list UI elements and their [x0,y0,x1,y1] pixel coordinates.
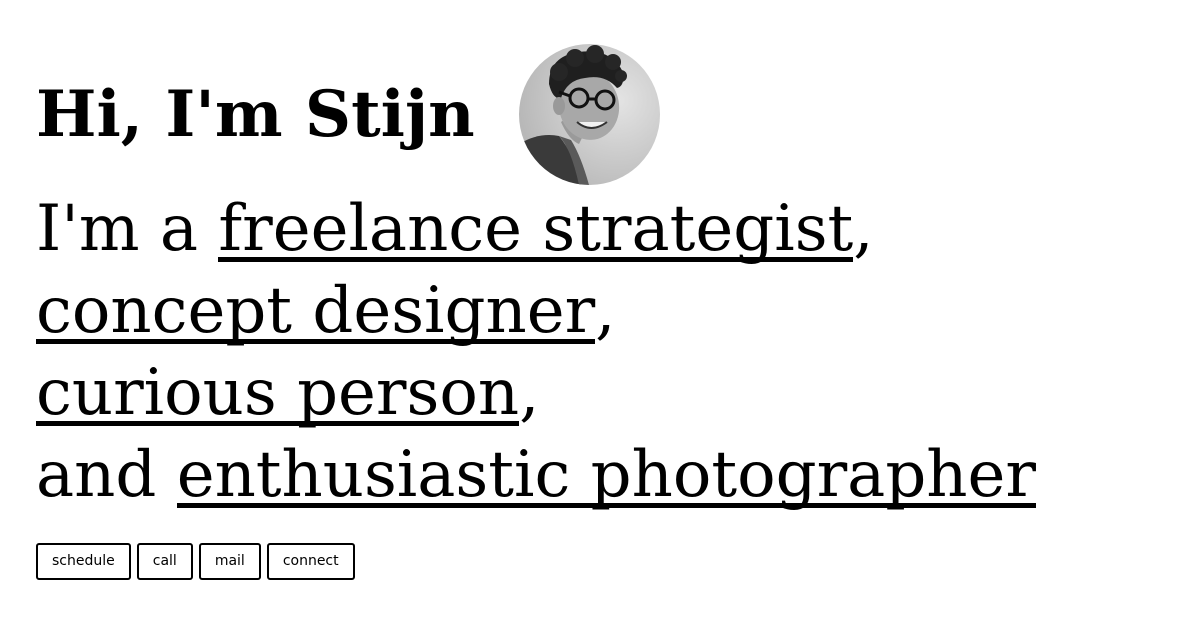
call-button[interactable]: call [136,543,193,580]
role-suffix: , [853,192,874,266]
link-freelance-strategist[interactable]: freelance strategist [218,197,854,262]
role-suffix: , [595,274,616,348]
intro-and: and [36,438,177,512]
action-buttons: schedule call mail connect [36,543,355,580]
intro-line-2: concept designer, [36,270,1036,352]
intro-prefix: I'm a [36,192,219,266]
intro-line-3: curious person, [36,352,1036,434]
avatar [518,44,660,185]
role-suffix: , [519,356,540,430]
intro-line-4: and enthusiastic photographer [36,434,1036,516]
connect-button[interactable]: connect [266,543,355,580]
intro-line-1: I'm a freelance strategist, [36,188,1036,270]
avatar-portrait-image [518,44,660,185]
intro-text: I'm a freelance strategist, concept desi… [36,188,1036,516]
hero-row: Hi, I'm Stijn [36,44,660,185]
mail-button[interactable]: mail [198,543,261,580]
page: Hi, I'm Stijn I'm a freelance strategist… [0,0,1200,630]
link-curious-person[interactable]: curious person [36,361,520,426]
page-title: Hi, I'm Stijn [36,76,475,152]
link-concept-designer[interactable]: concept designer [36,279,596,344]
schedule-button[interactable]: schedule [36,543,131,580]
link-enthusiastic-photographer[interactable]: enthusiastic photographer [176,443,1036,508]
